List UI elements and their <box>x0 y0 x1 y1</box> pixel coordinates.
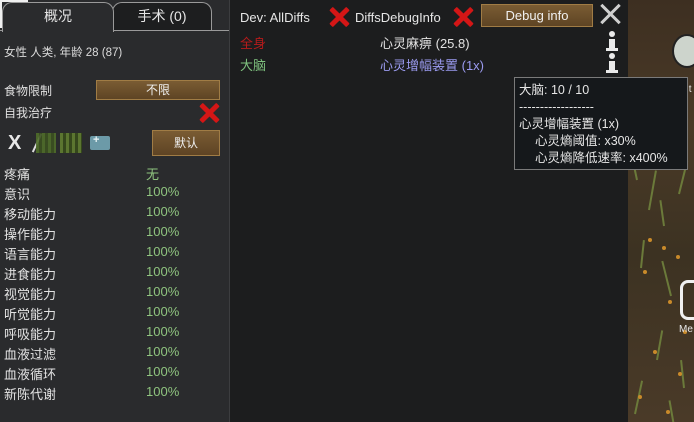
capacity-row: 操作能力 100% <box>0 222 230 242</box>
capacity-row: 血液过滤 100% <box>0 342 230 362</box>
capacity-name: 新陈代谢 <box>4 387 57 402</box>
flower <box>676 255 680 259</box>
capacity-name: 操作能力 <box>4 227 57 242</box>
hediff-name: 心灵增幅装置 (1x) <box>380 58 485 73</box>
capacity-value: 100% <box>146 244 180 259</box>
tooltip-item: 心灵增幅装置 (1x) <box>519 117 620 131</box>
medicine-default-button[interactable]: 默认 <box>152 130 220 156</box>
diffs-debug-info-toggle-off-icon[interactable] <box>452 6 474 28</box>
tab-surgery[interactable]: 手术 (0) <box>112 2 212 30</box>
capacity-row: 进食能力 100% <box>0 262 230 282</box>
medicine-industrial-icon[interactable]: + <box>90 134 110 150</box>
flower <box>653 350 657 354</box>
grass-tuft <box>661 260 672 297</box>
capacity-row: 新陈代谢 100% <box>0 382 230 402</box>
food-restriction-button[interactable]: 不限 <box>96 80 220 100</box>
flower <box>648 238 652 242</box>
pawn-icon[interactable] <box>672 34 694 68</box>
capacity-value: 无 <box>146 167 160 182</box>
capacity-name: 听觉能力 <box>4 307 57 322</box>
pawn-info-text: 女性 人类, 年龄 28 (87) <box>4 47 123 59</box>
capacity-name: 呼吸能力 <box>4 327 57 342</box>
mech-icon[interactable] <box>680 280 694 320</box>
capacity-name: 进食能力 <box>4 267 57 282</box>
capacity-name: 疼痛 <box>4 167 31 182</box>
mech-name-label: Me <box>679 324 693 335</box>
hediff-row[interactable]: 大脑 心灵增幅装置 (1x) <box>240 53 622 73</box>
capacity-value: 100% <box>146 384 180 399</box>
grass-tuft <box>648 170 657 211</box>
debug-diffs-window: Dev: AllDiffs DiffsDebugInfo Debug info … <box>232 0 628 422</box>
capacity-row: 视觉能力 100% <box>0 282 230 302</box>
flower <box>638 395 642 399</box>
self-tend-checkbox-off-icon[interactable] <box>198 102 220 124</box>
capacity-value: 100% <box>146 324 180 339</box>
capacity-value: 100% <box>146 364 180 379</box>
capacity-row: 听觉能力 100% <box>0 302 230 322</box>
all-diffs-label: Dev: AllDiffs <box>240 10 310 25</box>
tooltip-stat: 心灵熵阈值: x30% <box>535 134 636 148</box>
info-icon[interactable] <box>602 53 622 73</box>
close-icon[interactable] <box>600 3 622 25</box>
hediff-tooltip: 大脑: 10 / 10 ------------------ 心灵增幅装置 (1… <box>514 77 688 170</box>
hediff-body-part: 全身 <box>240 36 267 51</box>
plus-icon: + <box>93 134 100 146</box>
health-panel: 手术 (0) 概况 女性 人类, 年龄 28 (87) 食物限制 不限 自我治疗… <box>0 0 230 422</box>
medicine-herbal-icon[interactable] <box>36 133 56 153</box>
hediff-name: 心灵麻痹 (25.8) <box>380 36 470 51</box>
hediff-row[interactable]: 全身 心灵麻痹 (25.8) <box>240 31 622 51</box>
capacity-row: 呼吸能力 100% <box>0 322 230 342</box>
capacity-row: 意识 100% <box>0 182 230 202</box>
capacity-name: 语言能力 <box>4 247 57 262</box>
all-diffs-toggle-off-icon[interactable] <box>328 6 350 28</box>
capacity-row: 移动能力 100% <box>0 202 230 222</box>
flower <box>666 410 670 414</box>
capacity-name: 视觉能力 <box>4 287 57 302</box>
grass-tuft <box>659 200 665 227</box>
capacity-row: 疼痛 无 <box>0 162 230 182</box>
self-tend-label: 自我治疗 <box>4 106 53 120</box>
capacity-name: 血液循环 <box>4 367 57 382</box>
hediff-body-part: 大脑 <box>240 58 267 73</box>
tab-overview[interactable]: 概况 <box>2 2 114 32</box>
info-icon[interactable] <box>602 31 622 51</box>
capacity-value: 100% <box>146 204 180 219</box>
tooltip-header: 大脑: 10 / 10 <box>519 83 590 97</box>
capacity-value: 100% <box>146 264 180 279</box>
grass-tuft <box>640 240 645 269</box>
capacity-row: 语言能力 100% <box>0 242 230 262</box>
capacity-list: 疼痛 无 意识 100% 移动能力 100% 操作能力 100% 语言能力 100% 进食… <box>0 162 230 402</box>
tooltip-stat: 心灵熵降低速率: x400% <box>535 151 668 165</box>
capacity-name: 移动能力 <box>4 207 57 222</box>
debug-info-button[interactable]: Debug info <box>481 4 593 27</box>
flower <box>643 270 647 274</box>
capacity-name: 血液过滤 <box>4 347 57 362</box>
flower <box>668 300 672 304</box>
flower <box>678 372 682 376</box>
food-restriction-label: 食物限制 <box>4 84 53 98</box>
capacity-value: 100% <box>146 344 180 359</box>
capacity-value: 100% <box>146 284 180 299</box>
flower <box>662 246 666 250</box>
capacity-value: 100% <box>146 224 180 239</box>
tooltip-divider: ------------------ <box>519 100 594 114</box>
diffs-debug-info-label: DiffsDebugInfo <box>355 10 441 25</box>
capacity-row: 血液循环 100% <box>0 362 230 382</box>
medicine-herbal-alt-icon[interactable] <box>60 133 82 153</box>
capacity-value: 100% <box>146 304 180 319</box>
capacity-name: 意识 <box>4 187 31 202</box>
grass-tuft <box>656 330 664 361</box>
medicine-none-icon[interactable]: X <box>8 133 24 153</box>
capacity-value: 100% <box>146 184 180 199</box>
